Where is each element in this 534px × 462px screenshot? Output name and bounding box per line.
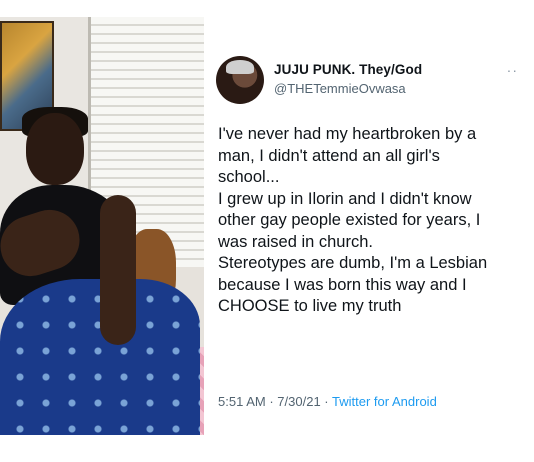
- meta-separator: ·: [324, 394, 329, 409]
- tweet-date[interactable]: 7/30/21: [277, 394, 320, 409]
- display-name[interactable]: JUJU PUNK. They/God: [274, 62, 422, 77]
- more-options-icon[interactable]: ··: [507, 62, 518, 78]
- person-head: [26, 113, 84, 185]
- person-arm-right: [100, 195, 136, 345]
- user-handle[interactable]: @THETemmieOvwasa: [274, 81, 406, 96]
- tweet-meta: 5:51 AM · 7/30/21 · Twitter for Android: [218, 394, 437, 409]
- tweet-text: I've never had my heartbroken by a man, …: [218, 125, 488, 315]
- meta-separator: ·: [269, 394, 274, 409]
- tweet-source-link[interactable]: Twitter for Android: [332, 394, 437, 409]
- avatar[interactable]: [216, 56, 264, 104]
- tweet-card: JUJU PUNK. They/God @THETemmieOvwasa ·· …: [210, 48, 530, 428]
- tweet-time[interactable]: 5:51 AM: [218, 394, 266, 409]
- profile-photo: [0, 17, 204, 435]
